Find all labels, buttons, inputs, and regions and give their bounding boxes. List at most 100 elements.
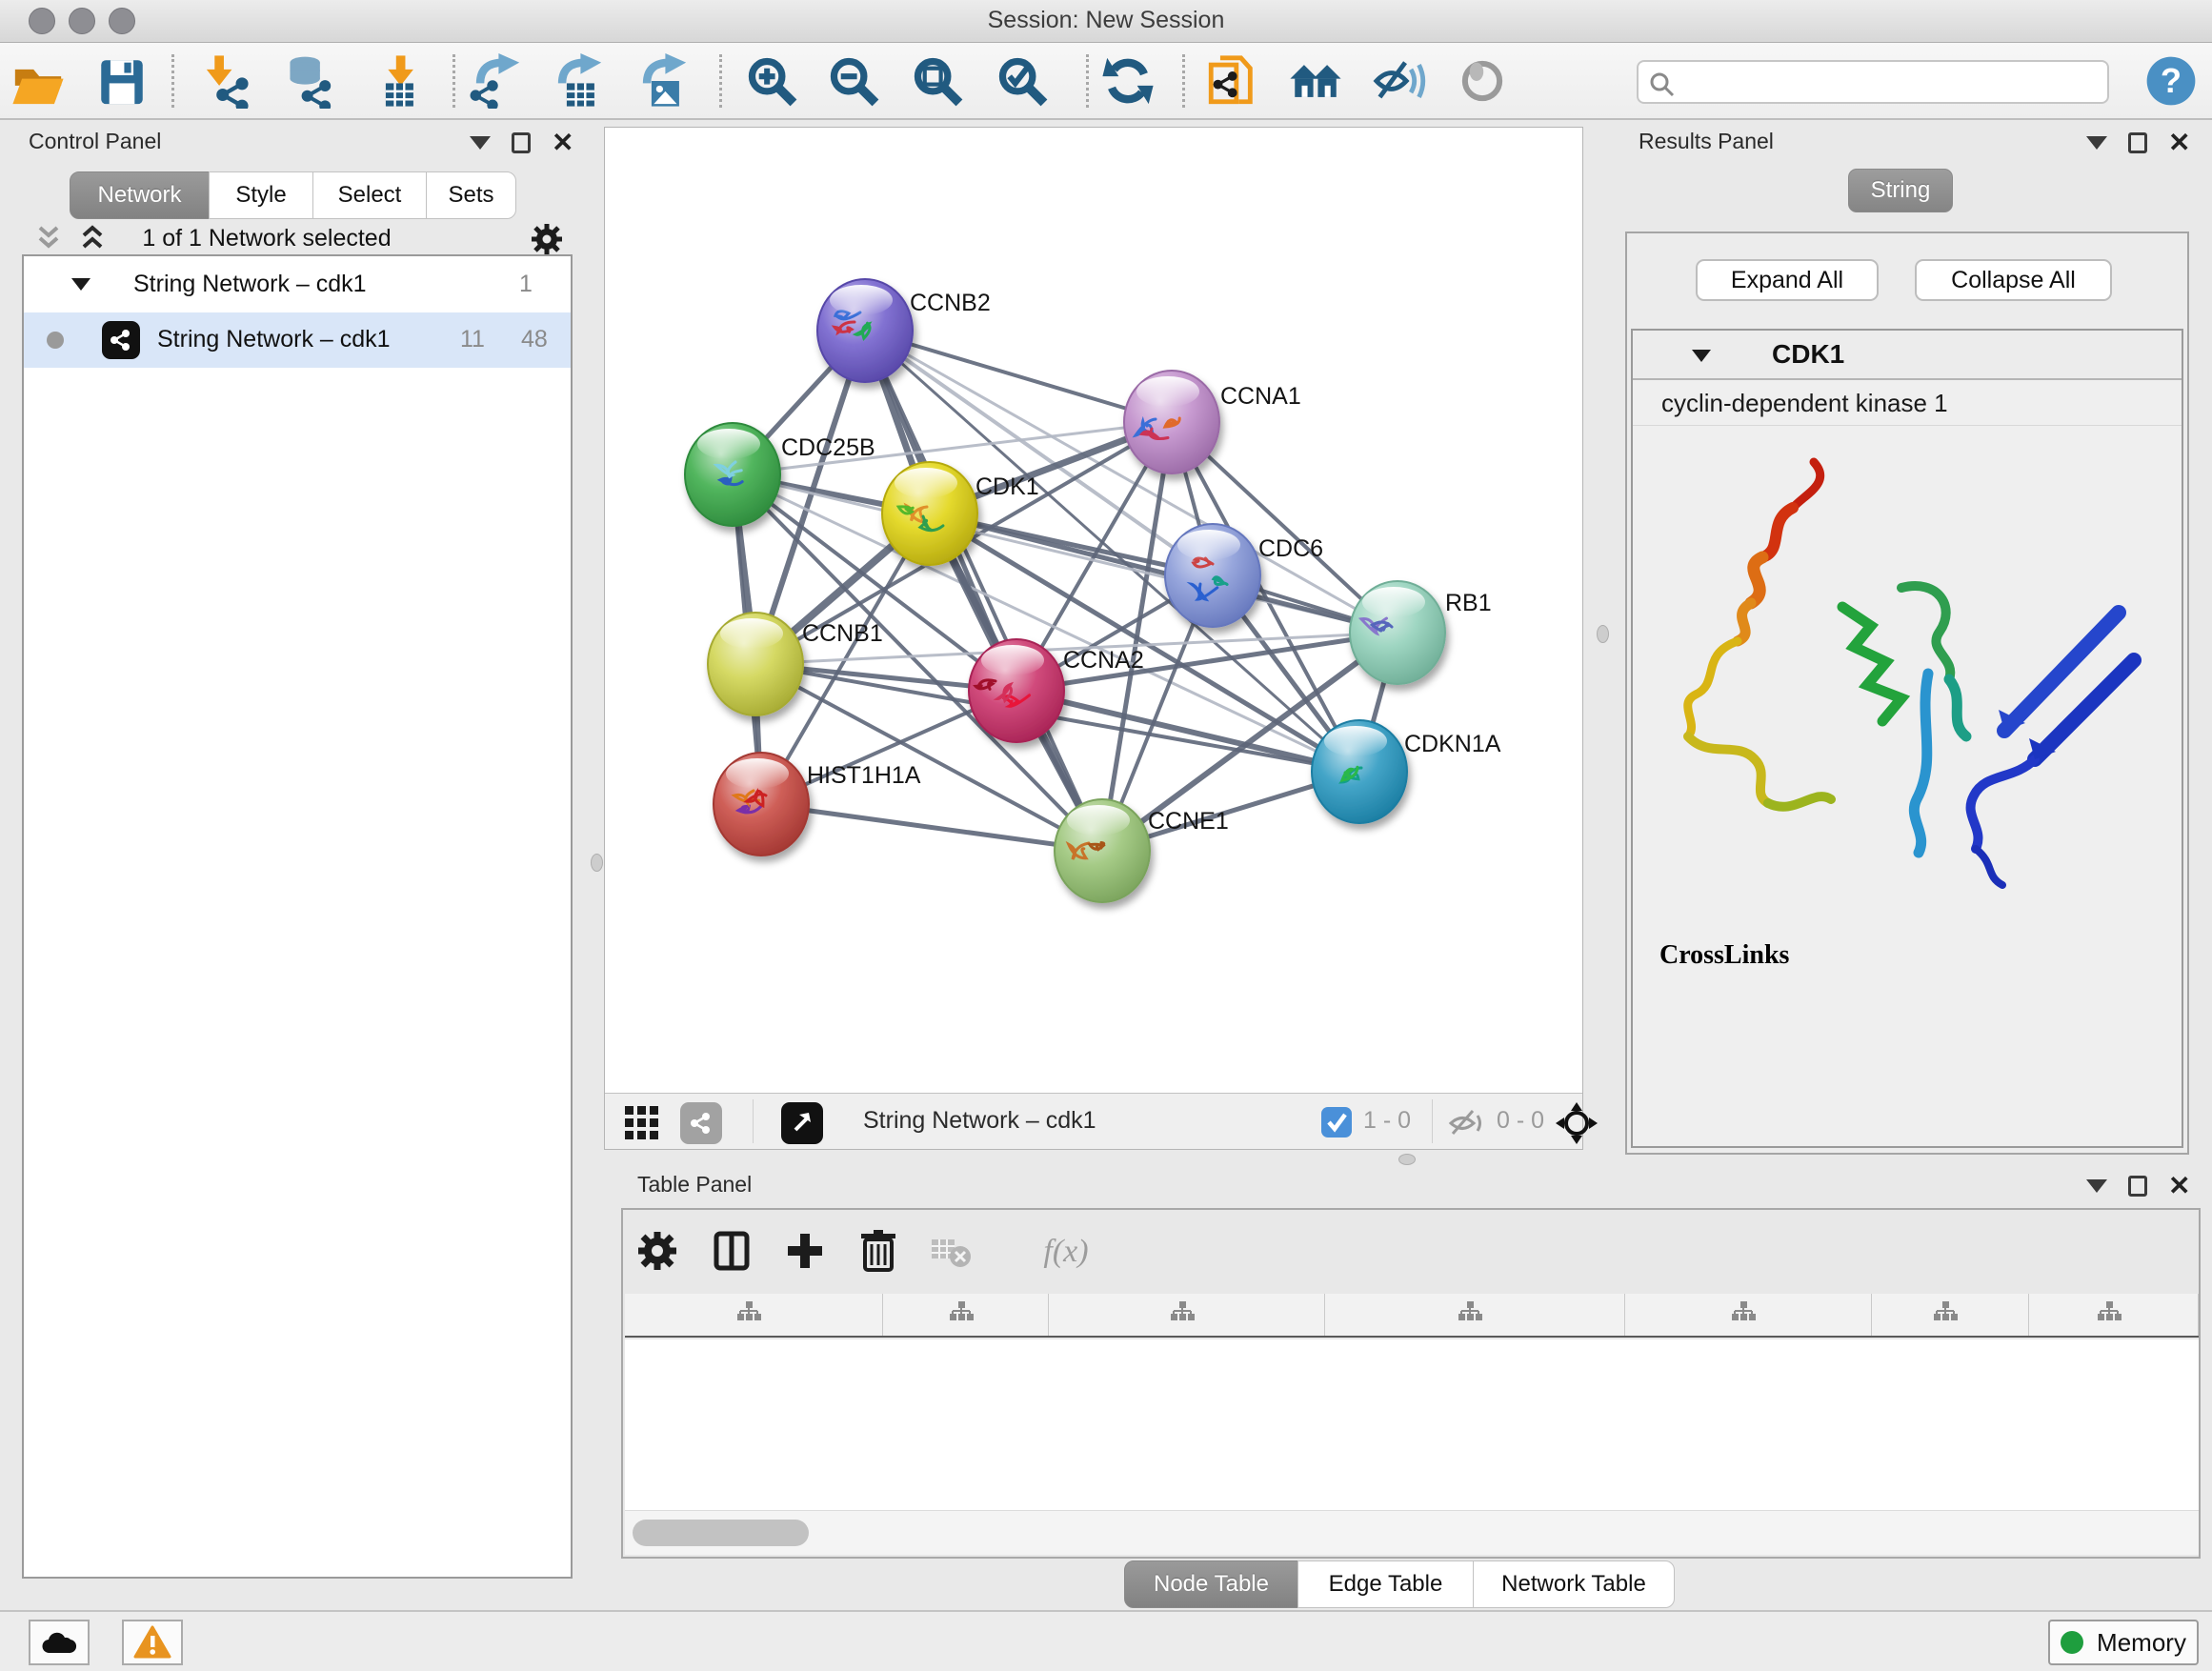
tab-network[interactable]: Network bbox=[70, 171, 210, 219]
table-panel-close-icon[interactable]: ✕ bbox=[2168, 1176, 2190, 1197]
hide-items-icon[interactable] bbox=[1370, 52, 1429, 111]
tab-node-table[interactable]: Node Table bbox=[1124, 1560, 1298, 1608]
string-settings-icon[interactable] bbox=[680, 1102, 722, 1144]
export-image-icon[interactable] bbox=[633, 52, 693, 111]
entry-collapse-icon[interactable] bbox=[1692, 350, 1711, 362]
results-panel-title: Results Panel bbox=[1639, 129, 1774, 154]
table-cell[interactable] bbox=[1872, 1339, 2029, 1383]
table-cell[interactable] bbox=[625, 1339, 883, 1383]
table-cell[interactable] bbox=[2029, 1339, 2199, 1383]
column-header--id[interactable] bbox=[1872, 1294, 2029, 1336]
network-node-CDC6[interactable] bbox=[1165, 524, 1260, 627]
export-network-icon[interactable] bbox=[467, 52, 526, 111]
cloud-status-button[interactable] bbox=[29, 1620, 90, 1665]
network-node-CDKN1A[interactable] bbox=[1312, 720, 1407, 823]
network-node-CCNA1[interactable] bbox=[1124, 371, 1219, 473]
network-node-RB1[interactable] bbox=[1350, 581, 1445, 684]
table-cell[interactable] bbox=[1625, 1339, 1873, 1383]
export-table-icon[interactable] bbox=[549, 52, 608, 111]
save-session-icon[interactable] bbox=[92, 52, 151, 111]
table-cell[interactable] bbox=[883, 1339, 1050, 1383]
network-node-CDK1[interactable] bbox=[882, 462, 977, 565]
left-splitter-handle[interactable] bbox=[591, 854, 603, 872]
warnings-button[interactable] bbox=[122, 1620, 183, 1665]
network-collection-row[interactable]: String Network – cdk1 1 bbox=[24, 257, 571, 312]
toolbar-separator bbox=[171, 54, 174, 108]
network-options-gear-icon[interactable] bbox=[530, 222, 564, 256]
node-entry-header[interactable]: CDK1 bbox=[1633, 331, 2182, 380]
memory-label: Memory bbox=[2097, 1628, 2186, 1658]
zoom-fit-icon[interactable] bbox=[908, 52, 967, 111]
collection-collapse-icon[interactable] bbox=[71, 278, 90, 291]
memory-button[interactable]: Memory bbox=[2048, 1620, 2199, 1665]
bottom-splitter-handle[interactable] bbox=[1398, 1154, 1416, 1165]
node-label-CDC6: CDC6 bbox=[1258, 535, 1323, 562]
delete-table-icon[interactable] bbox=[926, 1227, 975, 1277]
fit-selected-crosshair-icon[interactable] bbox=[1555, 1101, 1599, 1145]
columns-icon[interactable] bbox=[707, 1227, 756, 1277]
control-panel-menu-icon[interactable] bbox=[470, 136, 491, 150]
results-panel-float-icon[interactable] bbox=[2128, 132, 2147, 153]
column-header-canonical-name[interactable] bbox=[1049, 1294, 1325, 1336]
tab-edge-table[interactable]: Edge Table bbox=[1297, 1560, 1474, 1608]
network-node-CCNA2[interactable] bbox=[969, 639, 1064, 742]
crosslink-row bbox=[1633, 971, 2182, 1024]
column-header-namespace[interactable] bbox=[2029, 1294, 2199, 1336]
network-node-CDC25B[interactable] bbox=[685, 423, 780, 526]
tab-sets[interactable]: Sets bbox=[426, 171, 516, 219]
network-node-CCNB2[interactable] bbox=[817, 279, 913, 382]
help-icon[interactable]: ? bbox=[2142, 52, 2201, 111]
column-header-name[interactable] bbox=[883, 1294, 1050, 1336]
network-node-CCNB1[interactable] bbox=[708, 613, 803, 715]
add-column-icon[interactable] bbox=[780, 1227, 830, 1277]
zoom-selected-icon[interactable] bbox=[993, 52, 1052, 111]
open-session-icon[interactable] bbox=[9, 52, 68, 111]
import-database-icon[interactable] bbox=[280, 52, 339, 111]
table-cell[interactable] bbox=[1325, 1339, 1625, 1383]
refresh-icon[interactable] bbox=[1098, 52, 1157, 111]
home-icon[interactable] bbox=[1286, 52, 1345, 111]
right-splitter-handle[interactable] bbox=[1597, 625, 1609, 643]
search-box[interactable] bbox=[1637, 60, 2109, 104]
network-node-CCNE1[interactable] bbox=[1055, 799, 1150, 902]
network-edge[interactable] bbox=[761, 804, 1102, 851]
protein-structure-image bbox=[1671, 445, 2147, 893]
birds-eye-view-icon[interactable] bbox=[623, 1104, 661, 1142]
control-panel-float-icon[interactable] bbox=[512, 132, 531, 153]
column-header-database-identifier[interactable] bbox=[1325, 1294, 1625, 1336]
table-row[interactable] bbox=[625, 1339, 2199, 1383]
results-panel-menu-icon[interactable] bbox=[2086, 136, 2107, 150]
network-canvas[interactable]: CCNB2 CCNA1 CDC25B CDK1 CDC6 RB1 CCNB1 C… bbox=[604, 127, 1583, 1150]
column-header-shared-name[interactable] bbox=[625, 1294, 883, 1336]
control-panel-close-icon[interactable]: ✕ bbox=[552, 132, 573, 153]
tab-style[interactable]: Style bbox=[209, 171, 313, 219]
table-panel-menu-icon[interactable] bbox=[2086, 1179, 2107, 1193]
import-network-icon[interactable] bbox=[200, 52, 259, 111]
toggle-gray-sphere-icon[interactable] bbox=[1453, 52, 1512, 111]
results-panel-close-icon[interactable]: ✕ bbox=[2168, 132, 2190, 153]
zoom-out-icon[interactable] bbox=[824, 52, 883, 111]
delete-column-icon[interactable] bbox=[854, 1227, 903, 1277]
table-gear-icon[interactable] bbox=[633, 1227, 682, 1277]
zoom-in-icon[interactable] bbox=[742, 52, 801, 111]
column-header-description[interactable] bbox=[1625, 1294, 1873, 1336]
network-row-selected[interactable]: String Network – cdk1 11 48 bbox=[24, 312, 571, 368]
selected-nodes-checkbox-icon[interactable] bbox=[1321, 1107, 1352, 1137]
node-entry-panel: CDK1 cyclin-dependent kinase 1 bbox=[1631, 329, 2183, 1148]
collection-count: 1 bbox=[519, 271, 533, 298]
network-node-HIST1H1A[interactable] bbox=[714, 753, 809, 856]
copy-style-icon[interactable] bbox=[1202, 52, 1261, 111]
import-table-icon[interactable] bbox=[368, 52, 427, 111]
table-cell[interactable] bbox=[1049, 1339, 1325, 1383]
results-tab-string[interactable]: String bbox=[1848, 169, 1953, 212]
collapse-all-button[interactable]: Collapse All bbox=[1915, 259, 2112, 301]
tab-network-table[interactable]: Network Table bbox=[1473, 1560, 1675, 1608]
scrollbar-thumb[interactable] bbox=[633, 1520, 809, 1546]
table-panel-float-icon[interactable] bbox=[2128, 1176, 2147, 1197]
tab-select[interactable]: Select bbox=[312, 171, 427, 219]
expand-all-button[interactable]: Expand All bbox=[1696, 259, 1879, 301]
search-input[interactable] bbox=[1684, 64, 2094, 100]
table-horizontal-scrollbar[interactable] bbox=[625, 1510, 2199, 1555]
network-edge[interactable] bbox=[930, 513, 1398, 633]
open-in-window-icon[interactable] bbox=[781, 1102, 823, 1144]
